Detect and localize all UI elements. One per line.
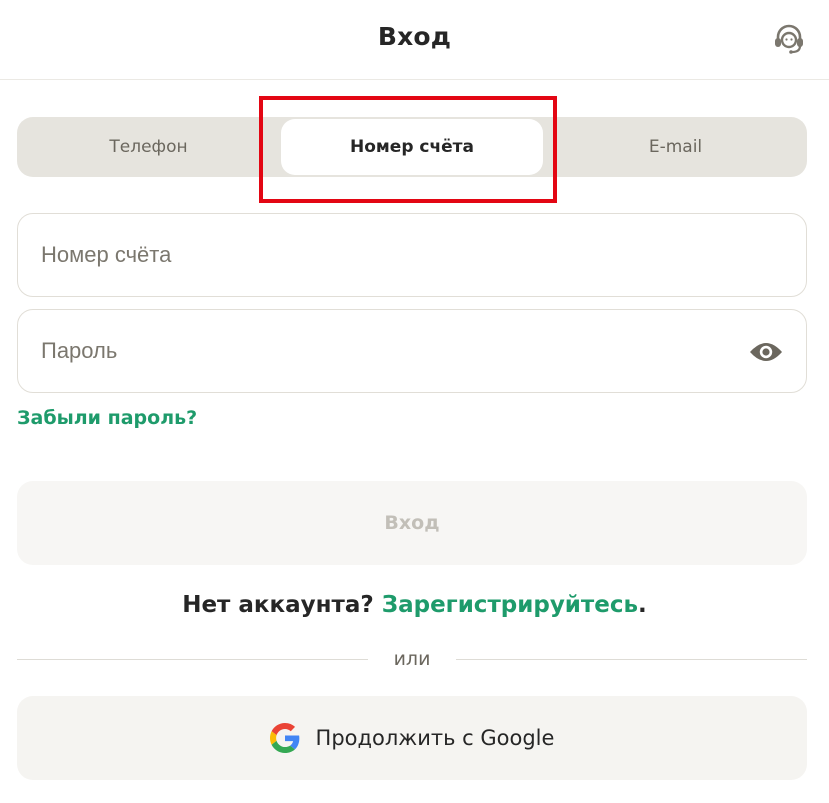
account-number-field [17,213,807,297]
page-title: Вход [377,22,452,51]
google-login-label: Продолжить с Google [315,726,555,750]
divider-label: или [393,648,431,670]
signup-prompt: Нет аккаунта? [182,592,374,618]
header: Вход [0,0,829,80]
password-field [17,309,807,393]
tab-account-number[interactable]: Номер счёта [281,119,543,175]
tab-phone[interactable]: Телефон [17,117,280,177]
login-method-tabs: Телефон Номер счёта E-mail [17,117,807,177]
forgot-password-link[interactable]: Забыли пароль? [17,407,197,429]
login-button[interactable]: Вход [17,481,807,565]
signup-link[interactable]: Зарегистрируйтесь [382,592,638,618]
headset-icon [771,21,807,57]
google-login-button[interactable]: Продолжить с Google [17,696,807,780]
google-icon [269,723,300,753]
divider-left [17,659,368,660]
signup-row: Нет аккаунта? Зарегистрируйтесь. [0,592,829,618]
signup-suffix: . [638,592,647,618]
show-password-button[interactable] [748,334,784,370]
tab-email[interactable]: E-mail [544,117,807,177]
divider-right [456,659,807,660]
eye-icon [749,340,783,364]
password-input[interactable] [41,310,741,392]
account-number-input[interactable] [41,214,741,296]
support-button[interactable] [770,20,808,58]
